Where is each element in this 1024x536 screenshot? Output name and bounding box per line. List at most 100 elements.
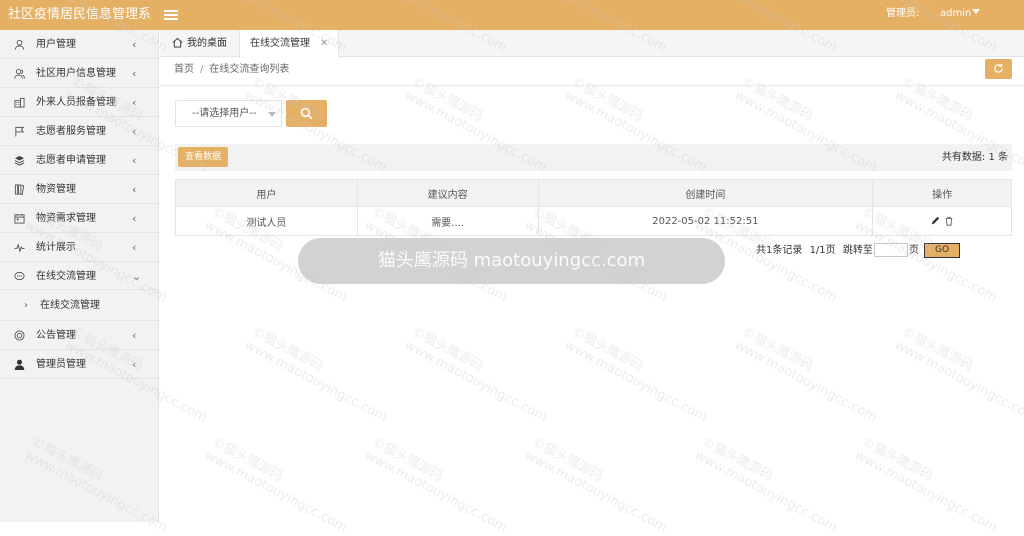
menu-toggle-icon[interactable] [164, 8, 178, 22]
chevron-left-icon: ‹ [132, 241, 137, 254]
admin-menu[interactable]: admin [940, 0, 971, 28]
table-cell: 2022-05-02 11:52:51 [537, 206, 874, 236]
watermark-tile: ©猫头鹰源码www.maotouyingcc.com [692, 434, 840, 536]
view-data-button[interactable]: 查看数据 [178, 147, 228, 167]
pagination-pages: 1/1页 [809, 245, 836, 256]
table-row: 测试人员 需要.... 2022-05-02 11:52:51 [175, 206, 1012, 236]
watermark-tile: ©猫头鹰源码www.maotouyingcc.com [522, 434, 670, 536]
sidebar-item-statistics[interactable]: 统计展示 ‹ [0, 233, 158, 262]
caret-down-icon [268, 112, 276, 117]
pagination: 共1条记录 1/1页 跳转至 页 [756, 243, 919, 258]
chevron-down-icon: ⌄ [132, 270, 142, 283]
sidebar-item-label: 在线交流管理 [36, 271, 96, 282]
search-icon [300, 107, 313, 120]
sidebar-item-volunteer-service[interactable]: 志愿者服务管理 ‹ [0, 117, 158, 146]
sidebar-item-notice[interactable]: 公告管理 ‹ [0, 321, 158, 350]
go-button[interactable]: GO [924, 243, 960, 258]
column-header: 用户 [175, 179, 358, 207]
top-bar: 社区疫情居民信息管理系 管理员: admin [0, 0, 1024, 30]
watermark-tile: ©猫头鹰源码www.maotouyingcc.com [242, 324, 390, 426]
chevron-left-icon: ‹ [132, 212, 137, 225]
user-select-value: --请选择用户-- [192, 108, 257, 119]
breadcrumb: 首页 / 在线交流查询列表 [174, 64, 289, 76]
building-icon [14, 97, 25, 108]
chevron-left-icon: ‹ [132, 183, 137, 196]
tab-home-label: 我的桌面 [187, 38, 227, 49]
watermark-banner: 猫头鹰源码 maotouyingcc.com [298, 238, 725, 284]
sidebar-item-volunteer-apply[interactable]: 志愿者申请管理 ‹ [0, 146, 158, 175]
sidebar-item-admin[interactable]: 管理员管理 ‹ [0, 350, 158, 379]
sidebar-item-label: 公告管理 [36, 330, 76, 341]
table-cell: 需要.... [356, 206, 539, 236]
watermark-tile: ©猫头鹰源码www.maotouyingcc.com [562, 324, 710, 426]
refresh-icon [994, 63, 1003, 73]
sidebar-item-supplies[interactable]: 物资管理 ‹ [0, 175, 158, 204]
chevron-left-icon: ‹ [132, 358, 137, 371]
bell-icon [14, 330, 25, 341]
chevron-left-icon: ‹ [132, 125, 137, 138]
watermark-tile: ©猫头鹰源码www.maotouyingcc.com [402, 324, 550, 426]
table-header-row: 用户 建议内容 创建时间 操作 [175, 179, 1012, 207]
watermark-tile: ©猫头鹰源码www.maotouyingcc.com [202, 434, 350, 536]
sidebar-item-label: 志愿者申请管理 [36, 155, 106, 166]
table-cell: 测试人员 [175, 206, 358, 236]
sidebar-item-label: 社区用户信息管理 [36, 68, 116, 79]
sidebar-item-label: 统计展示 [36, 242, 76, 253]
home-icon [172, 37, 183, 48]
pagination-summary: 共1条记录 [756, 245, 803, 256]
tab-active-label: 在线交流管理 [250, 38, 310, 49]
table-toolbar: 查看数据 共有数据: 1 条 [175, 144, 1012, 171]
book-icon [14, 184, 25, 195]
sidebar: 用户管理 ‹ 社区用户信息管理 ‹ 外来人员报备管理 ‹ 志愿者服务管理 ‹ 志… [0, 30, 159, 522]
watermark-tile: ©猫头鹰源码www.maotouyingcc.com [362, 434, 510, 536]
tab-online-chat[interactable]: 在线交流管理 ✕ [239, 30, 339, 58]
trash-icon[interactable] [944, 216, 954, 226]
chevron-left-icon: ‹ [132, 67, 137, 80]
tab-home[interactable]: 我的桌面 [160, 30, 239, 57]
breadcrumb-current: 在线交流查询列表 [209, 64, 290, 75]
chevron-left-icon: ‹ [132, 154, 137, 167]
sidebar-item-label: 用户管理 [36, 39, 76, 50]
tab-bar: 我的桌面 在线交流管理 ✕ [160, 30, 1024, 58]
sidebar-item-resident-info[interactable]: 社区用户信息管理 ‹ [0, 59, 158, 88]
admin-label: 管理员: [886, 8, 920, 19]
chat-icon [14, 271, 25, 281]
sidebar-item-online-chat[interactable]: 在线交流管理 ⌄ [0, 262, 158, 290]
sidebar-item-supply-demand[interactable]: 物资需求管理 ‹ [0, 204, 158, 233]
sidebar-item-users[interactable]: 用户管理 ‹ [0, 30, 158, 59]
column-header: 创建时间 [537, 179, 874, 207]
pagination-jump-label: 跳转至 [842, 245, 873, 256]
user-icon [14, 39, 25, 50]
column-header: 操作 [872, 179, 1012, 207]
chart-icon [14, 243, 25, 253]
close-icon[interactable]: ✕ [320, 30, 328, 57]
watermark-tile: ©猫头鹰源码www.maotouyingcc.com [732, 324, 880, 426]
user-select[interactable]: --请选择用户-- [175, 100, 282, 127]
edit-icon[interactable] [930, 216, 940, 226]
watermark-tile: ©猫头鹰源码www.maotouyingcc.com [852, 434, 1000, 536]
app-title: 社区疫情居民信息管理系 [8, 7, 152, 22]
caret-down-icon[interactable] [972, 9, 980, 14]
sidebar-item-label: 物资管理 [36, 184, 76, 195]
admin-icon [14, 359, 25, 370]
refresh-button[interactable] [985, 59, 1012, 79]
chevron-left-icon: ‹ [132, 38, 137, 51]
sidebar-item-label: 物资需求管理 [36, 213, 96, 224]
sidebar-item-label: 志愿者服务管理 [36, 126, 106, 137]
watermark-tile: ©猫头鹰源码www.maotouyingcc.com [892, 324, 1024, 426]
chevron-left-icon: ‹ [132, 329, 137, 342]
divider [160, 85, 1024, 86]
table-cell-actions [872, 206, 1012, 236]
layers-icon [14, 155, 25, 166]
breadcrumb-home[interactable]: 首页 [174, 64, 194, 75]
calendar-icon [14, 213, 25, 224]
search-button[interactable] [286, 100, 327, 127]
chevron-right-icon: › [24, 300, 28, 311]
sidebar-subitem-online-chat[interactable]: › 在线交流管理 [0, 290, 158, 321]
sidebar-item-label: 管理员管理 [36, 359, 86, 370]
sidebar-item-visitor-report[interactable]: 外来人员报备管理 ‹ [0, 88, 158, 117]
users-icon [14, 69, 25, 79]
page-number-input[interactable] [873, 243, 908, 257]
sidebar-subitem-label: 在线交流管理 [40, 300, 100, 311]
pagination-page-unit: 页 [908, 245, 919, 256]
